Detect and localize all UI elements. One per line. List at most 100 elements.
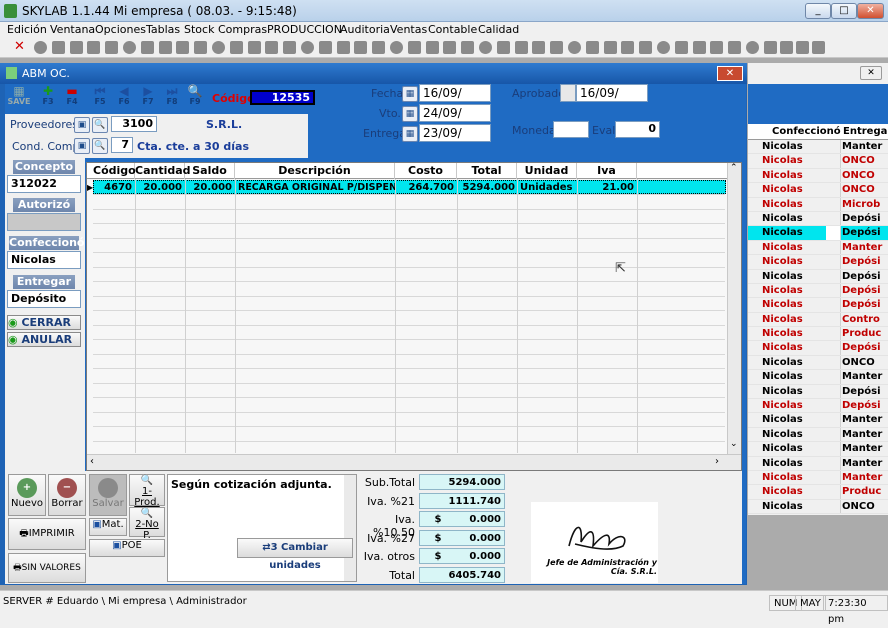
list-item[interactable]: Nicolas Contro [748, 312, 888, 328]
list-item[interactable]: Nicolas ONCO [748, 355, 888, 371]
list-item[interactable]: Nicolas Depósi [748, 255, 888, 270]
nuevo-button[interactable]: + Nuevo [8, 474, 46, 516]
scroll-down-icon[interactable]: ⌄ [730, 439, 738, 449]
cond-edit-icon[interactable]: ▣ [74, 138, 90, 154]
zoom-icon[interactable] [496, 41, 510, 54]
search-icon[interactable] [283, 41, 297, 54]
list-item[interactable]: Nicolas ONCO [748, 183, 888, 198]
maximize-button[interactable]: □ [831, 3, 857, 19]
table-icon[interactable] [728, 41, 742, 54]
bars2-icon[interactable] [372, 41, 386, 54]
coin2-icon[interactable] [247, 41, 261, 54]
chart2-icon[interactable] [212, 41, 225, 54]
cube-icon[interactable] [443, 41, 457, 54]
menu-produccion[interactable]: PRODUCCION [267, 23, 342, 36]
menu-stock[interactable]: Stock [184, 23, 214, 36]
child-close-button[interactable]: ✕ [717, 66, 743, 81]
concepto-field[interactable]: 312022 [7, 175, 81, 193]
p-icon[interactable] [461, 41, 475, 54]
col-unidad[interactable]: Unidad [517, 163, 577, 179]
list-close-button[interactable]: ✕ [860, 66, 882, 80]
list-item[interactable]: Nicolas Manter [748, 442, 888, 457]
confecciono-field[interactable]: Nicolas [7, 251, 81, 269]
codigo-field[interactable]: 12535 [250, 90, 315, 105]
menu-edicion[interactable]: Edición [7, 23, 47, 36]
list-item[interactable]: Nicolas Produc [748, 485, 888, 500]
list-item[interactable]: Nicolas Depósi [748, 341, 888, 356]
tag-icon[interactable] [514, 41, 528, 54]
list-item[interactable]: Nicolas Manter [748, 427, 888, 443]
scroll-up-icon[interactable]: ⌃ [730, 163, 738, 173]
page-icon[interactable] [176, 41, 190, 54]
proveedor-code-field[interactable]: 3100 [111, 116, 157, 132]
col-total[interactable]: Total [457, 163, 517, 179]
list-item[interactable]: Nicolas Microb [748, 197, 888, 212]
list-item[interactable]: Nicolas ONCO [748, 168, 888, 184]
f3-add-button[interactable]: ✚ F3 [38, 85, 58, 110]
col-costo[interactable]: Costo [395, 163, 457, 179]
col-iva[interactable]: Iva [577, 163, 637, 179]
poe-button[interactable]: ▣POE [89, 539, 165, 557]
search3-icon[interactable] [479, 41, 492, 54]
imprimir-button[interactable]: 🖶IMPRIMIR [8, 518, 86, 550]
menu-ventas[interactable]: Ventas [390, 23, 427, 36]
list-col-confecciono[interactable]: Confeccionó [772, 126, 841, 137]
cambiar-unidades-button[interactable]: ⇄3 Cambiar unidades [237, 538, 353, 571]
list-icon[interactable] [585, 41, 599, 54]
save-button[interactable]: ▦ SAVE [7, 85, 31, 110]
fecha-calendar-icon[interactable]: ▦ [402, 86, 418, 102]
menu-ventana[interactable]: Ventana [50, 23, 95, 36]
coin3-icon[interactable] [265, 41, 279, 54]
moneda-field[interactable] [553, 121, 589, 138]
f4-remove-button[interactable]: ▬ F4 [62, 85, 82, 110]
vto-calendar-icon[interactable]: ▦ [402, 106, 418, 122]
cond-code-field[interactable]: 7 [111, 137, 133, 153]
aprobado-check[interactable] [560, 84, 576, 102]
proveedores-search-icon[interactable]: 🔍 [92, 117, 108, 133]
cylinder-icon[interactable] [746, 41, 759, 54]
wheel-icon[interactable] [51, 41, 65, 54]
nota-scrollbar[interactable] [344, 475, 356, 581]
ball-icon[interactable] [425, 41, 439, 54]
col-cantidad[interactable]: Cantidad [135, 163, 191, 179]
close-button[interactable]: ✕ [857, 3, 884, 19]
star-icon[interactable] [407, 41, 421, 54]
print-icon[interactable] [158, 41, 172, 54]
list-item[interactable]: Nicolas Manter [748, 370, 888, 385]
col-descripcion[interactable]: Descripción [235, 163, 395, 179]
nota-textarea[interactable]: Según cotización adjunta. [167, 474, 357, 582]
flag-icon[interactable] [390, 41, 403, 54]
gear-icon[interactable] [779, 41, 793, 54]
doc-icon[interactable] [336, 41, 350, 54]
list-item[interactable]: Nicolas Depósi [748, 399, 888, 414]
scroll-right-icon[interactable]: › [715, 456, 719, 467]
col-saldo[interactable]: Saldo [185, 163, 235, 179]
list-item[interactable]: Nicolas Depósi [748, 283, 888, 299]
list-item[interactable]: Nicolas ONCO [748, 154, 888, 169]
prod-button[interactable]: 🔍 1-Prod. [129, 474, 165, 508]
eval-field[interactable]: 0 [615, 121, 660, 138]
entrega-calendar-icon[interactable]: ▦ [402, 126, 418, 142]
horizontal-scrollbar[interactable]: ‹ › [87, 454, 741, 470]
entrega-field[interactable]: 23/09/ [419, 124, 491, 142]
blank-icon[interactable] [763, 41, 777, 54]
scissors-icon[interactable] [140, 41, 154, 54]
chart-icon[interactable] [194, 41, 208, 54]
table-row[interactable]: 4670 20.000 20.000 RECARGA ORIGINAL P/DI… [93, 180, 726, 195]
entregar-field[interactable]: Depósito [7, 290, 81, 308]
bars3-icon[interactable] [674, 41, 688, 54]
f8-last-button[interactable]: ⏭ F8 [162, 85, 182, 110]
grid-icon[interactable] [87, 41, 101, 54]
list-item[interactable]: Nicolas Depósi [748, 298, 888, 313]
fecha-field[interactable]: 16/09/ [419, 84, 491, 102]
list-item[interactable]: Nicolas Manter [748, 456, 888, 471]
vertical-scrollbar[interactable]: ⌃ ⌄ [727, 163, 741, 454]
list-item[interactable]: Nicolas Manter [748, 140, 888, 155]
f6-prev-button[interactable]: ◀ F6 [114, 85, 134, 110]
menu-auditoria[interactable]: Auditoria [340, 23, 390, 36]
coin-icon[interactable] [229, 41, 243, 54]
cerrar-button[interactable]: ◉ CERRAR [7, 315, 81, 330]
bars-icon[interactable] [354, 41, 368, 54]
list-item[interactable]: Nicolas Depósi [748, 384, 888, 400]
menu-opciones[interactable]: Opciones [95, 23, 146, 36]
